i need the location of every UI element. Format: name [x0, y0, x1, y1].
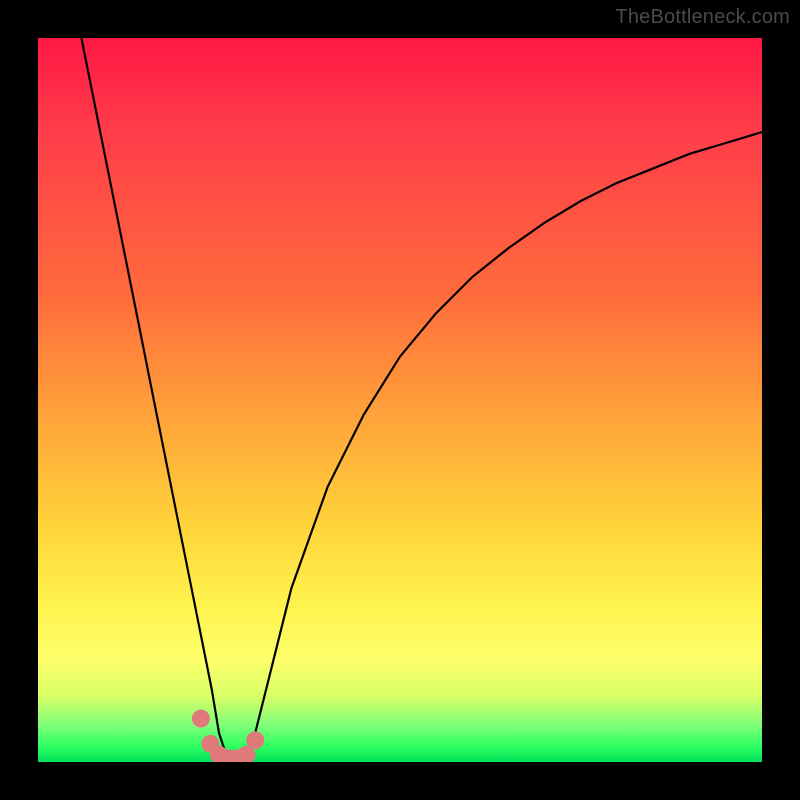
plot-area [38, 38, 762, 762]
valley-marker [246, 731, 264, 749]
bottleneck-curve [81, 38, 762, 762]
valley-marker [192, 710, 210, 728]
chart-svg [38, 38, 762, 762]
watermark-text: TheBottleneck.com [615, 6, 790, 29]
chart-stage: TheBottleneck.com [0, 0, 800, 800]
valley-markers [192, 710, 264, 762]
